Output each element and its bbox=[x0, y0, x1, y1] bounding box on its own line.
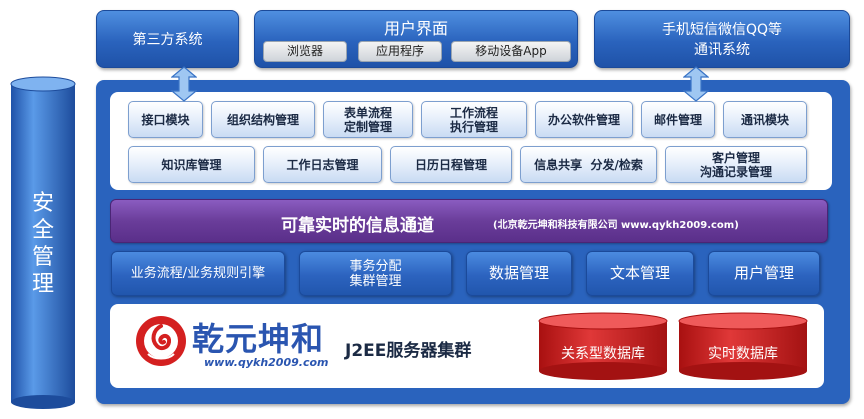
security-label: 安全管理 bbox=[31, 191, 54, 297]
module-form-process: 表单流程 定制管理 bbox=[323, 101, 413, 138]
third-party-arrow-icon bbox=[171, 66, 197, 102]
info-channel-title: 可靠实时的信息通道 bbox=[281, 216, 434, 236]
module-communication: 通讯模块 bbox=[723, 101, 807, 138]
module-office-software: 办公软件管理 bbox=[535, 101, 633, 138]
ui-item-browser: 浏览器 bbox=[263, 41, 347, 62]
service-user: 用户管理 bbox=[708, 251, 820, 296]
service-cluster: 事务分配 集群管理 bbox=[299, 251, 452, 296]
brand-name: 乾元坤和 bbox=[192, 320, 325, 358]
ui-item-mobile-app: 移动设备App bbox=[451, 41, 571, 62]
server-cluster-label: J2EE服务器集群 bbox=[345, 341, 472, 361]
user-interface-box: 用户界面 浏览器 应用程序 移动设备App bbox=[254, 10, 578, 68]
module-info-share: 信息共享 分发/检索 bbox=[520, 146, 657, 183]
service-business-rules: 业务流程/业务规则引擎 bbox=[111, 251, 285, 296]
user-interface-label: 用户界面 bbox=[383, 19, 448, 38]
module-workflow: 工作流程 执行管理 bbox=[421, 101, 527, 138]
module-customer: 客户管理 沟通记录管理 bbox=[665, 146, 807, 183]
service-text: 文本管理 bbox=[586, 251, 694, 296]
third-party-system-box: 第三方系统 bbox=[96, 10, 239, 68]
messaging-system-label-1: 手机短信微信QQ等 bbox=[661, 22, 783, 38]
brand-url: www.qykh2009.com bbox=[204, 356, 329, 369]
module-knowledge-base: 知识库管理 bbox=[128, 146, 255, 183]
messaging-system-label-2: 通讯系统 bbox=[694, 42, 750, 58]
realtime-db-label: 实时数据库 bbox=[708, 346, 778, 362]
brand-logo-icon bbox=[136, 316, 186, 366]
info-channel-subtitle: (北京乾元坤和科技有限公司 www.qykh2009.com) bbox=[493, 220, 739, 231]
relational-db-label: 关系型数据库 bbox=[561, 346, 645, 362]
messaging-system-box: 手机短信微信QQ等 通讯系统 bbox=[594, 10, 850, 68]
module-org-structure: 组织结构管理 bbox=[211, 101, 315, 138]
messaging-arrow-icon bbox=[683, 66, 709, 102]
module-calendar: 日历日程管理 bbox=[390, 146, 512, 183]
info-channel-bar: 可靠实时的信息通道 (北京乾元坤和科技有限公司 www.qykh2009.com… bbox=[110, 199, 828, 243]
module-mail: 邮件管理 bbox=[641, 101, 715, 138]
third-party-system-label: 第三方系统 bbox=[132, 32, 203, 48]
module-work-log: 工作日志管理 bbox=[263, 146, 382, 183]
service-data: 数据管理 bbox=[466, 251, 572, 296]
ui-item-application: 应用程序 bbox=[358, 41, 442, 62]
module-interface: 接口模块 bbox=[128, 101, 203, 138]
